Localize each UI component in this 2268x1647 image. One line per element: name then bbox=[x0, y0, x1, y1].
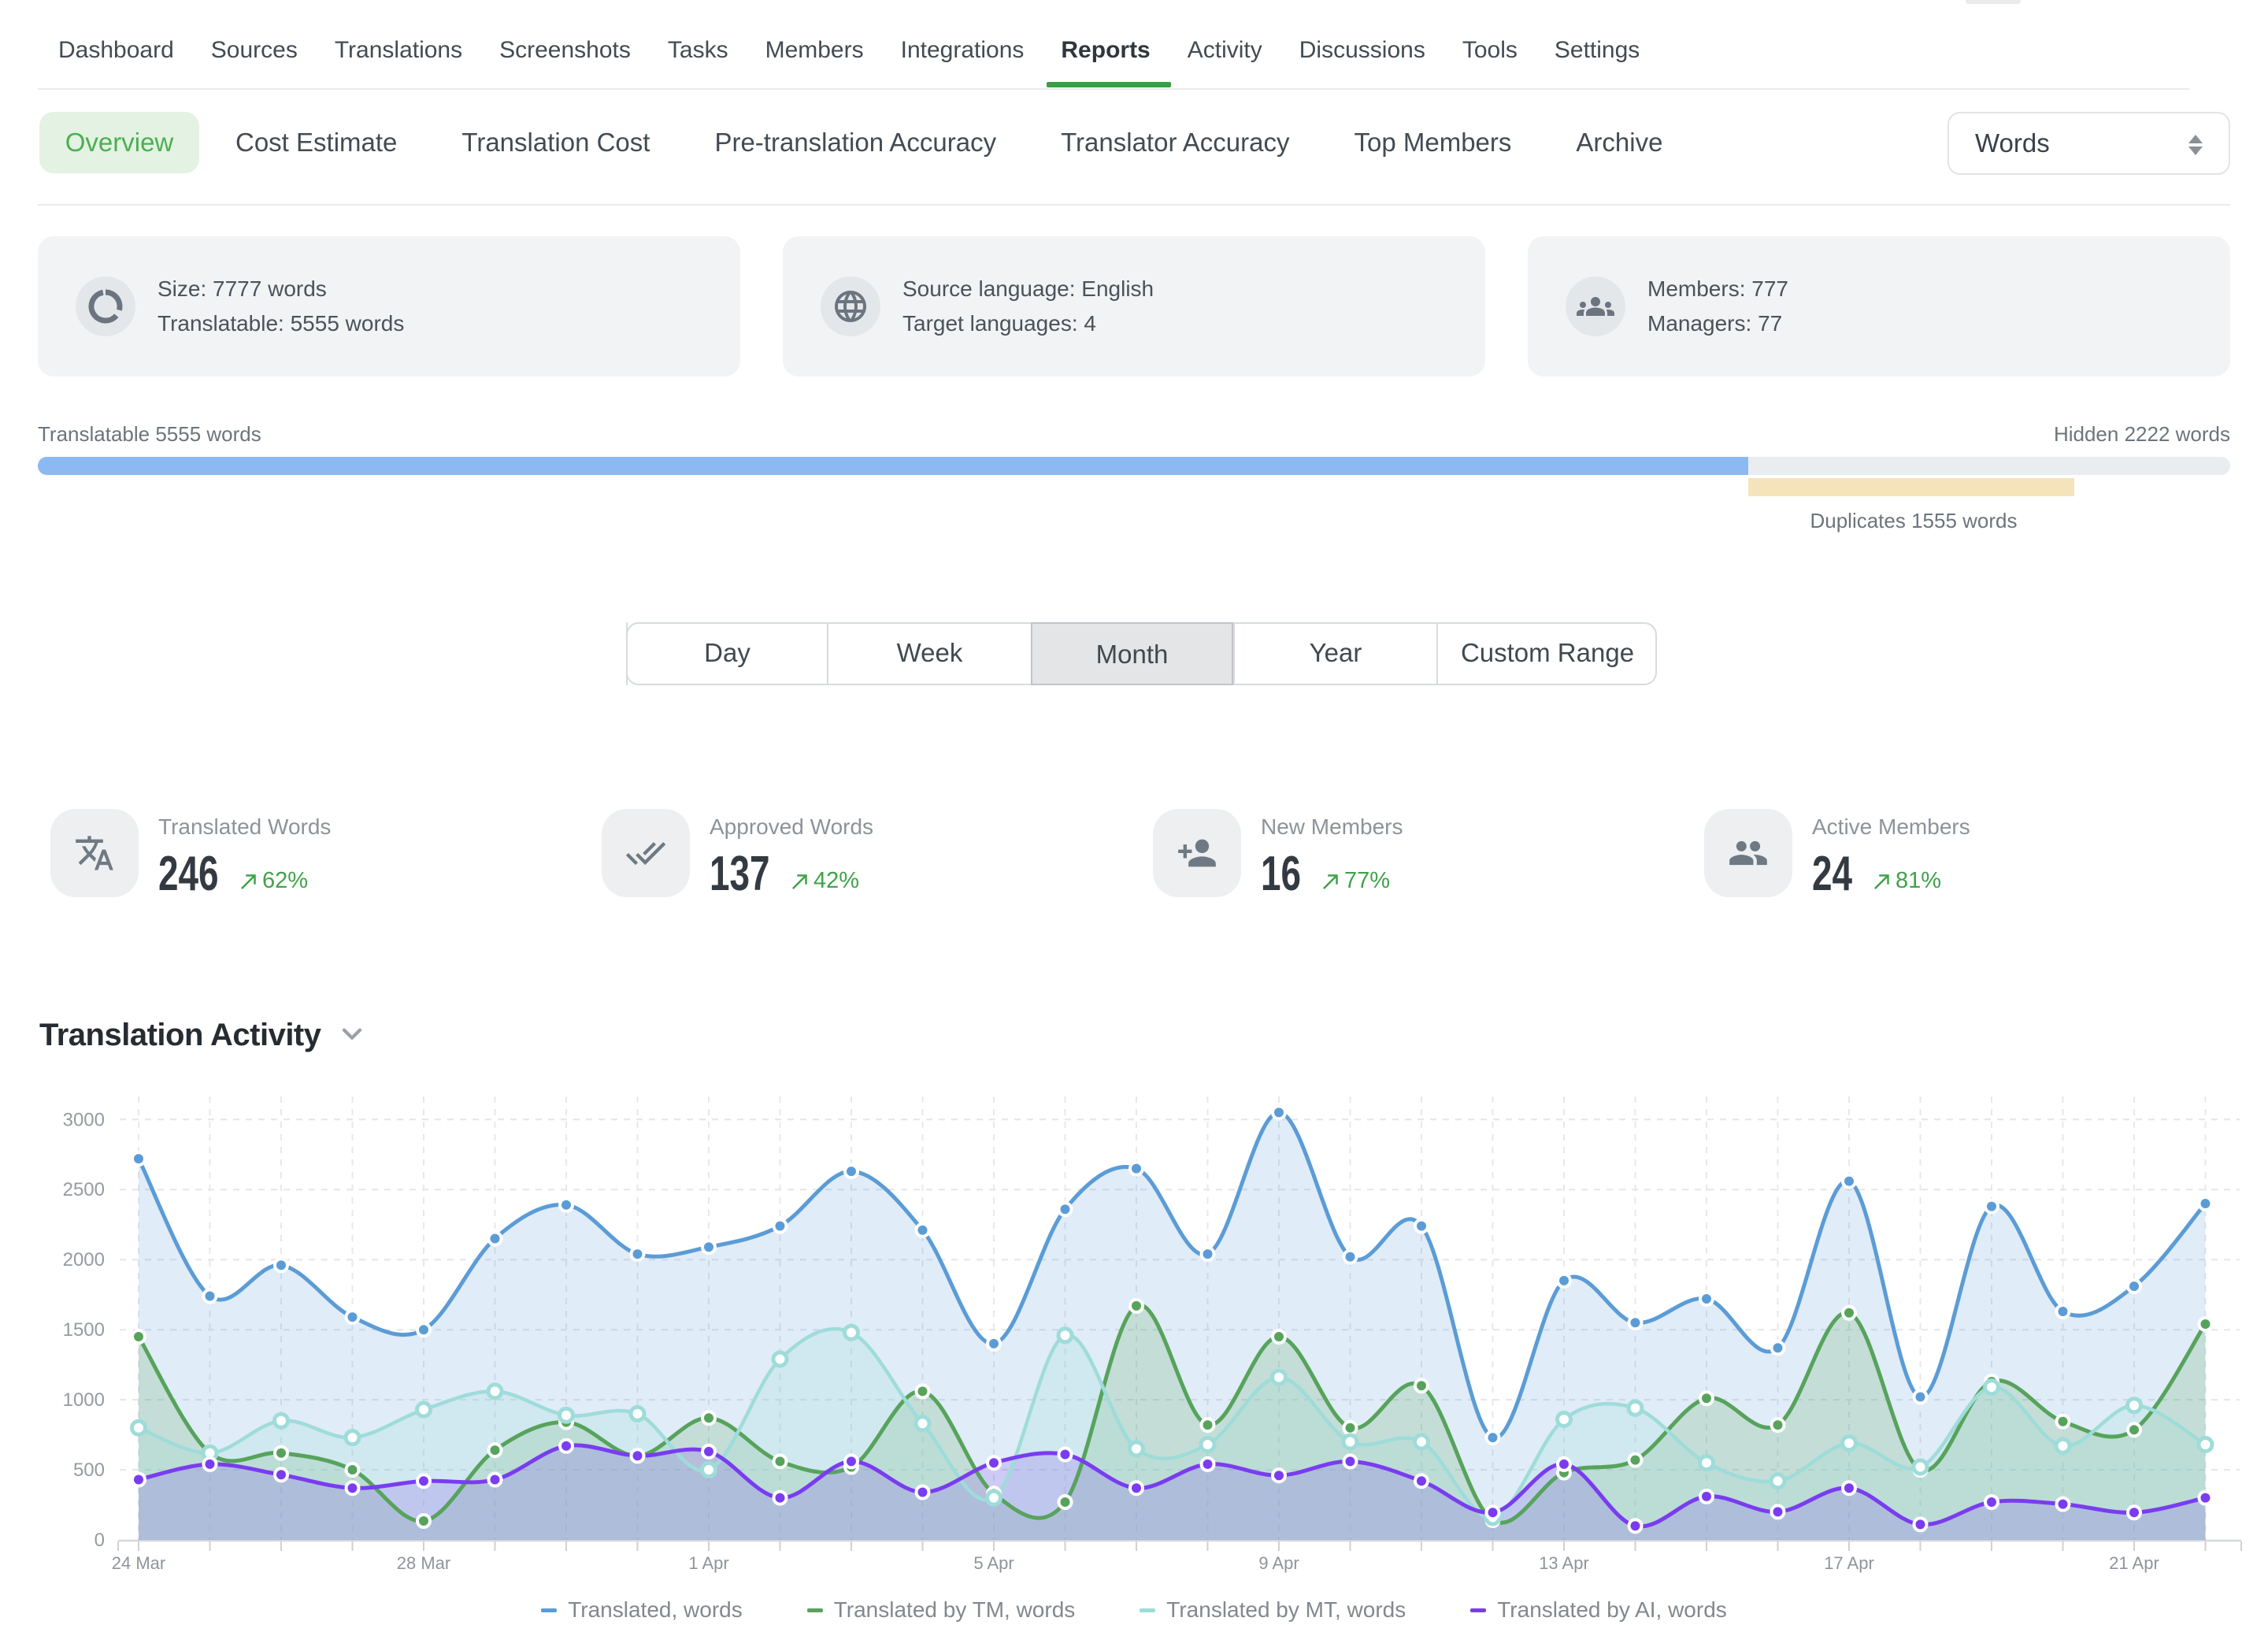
svg-text:13 Apr: 13 Apr bbox=[1539, 1553, 1589, 1573]
svg-text:3000: 3000 bbox=[63, 1109, 105, 1130]
svg-text:2500: 2500 bbox=[63, 1179, 105, 1200]
svg-text:9 Apr: 9 Apr bbox=[1258, 1553, 1299, 1573]
svg-text:24 Mar: 24 Mar bbox=[112, 1553, 165, 1573]
svg-text:1000: 1000 bbox=[63, 1389, 105, 1411]
svg-text:5 Apr: 5 Apr bbox=[973, 1553, 1014, 1573]
svg-text:1500: 1500 bbox=[63, 1319, 105, 1341]
svg-text:0: 0 bbox=[94, 1530, 105, 1551]
svg-text:1 Apr: 1 Apr bbox=[688, 1553, 728, 1573]
svg-text:500: 500 bbox=[73, 1460, 105, 1481]
svg-text:28 Mar: 28 Mar bbox=[397, 1553, 450, 1573]
svg-text:2000: 2000 bbox=[63, 1249, 105, 1270]
svg-text:21 Apr: 21 Apr bbox=[2109, 1553, 2159, 1573]
svg-text:17 Apr: 17 Apr bbox=[1824, 1553, 1874, 1573]
